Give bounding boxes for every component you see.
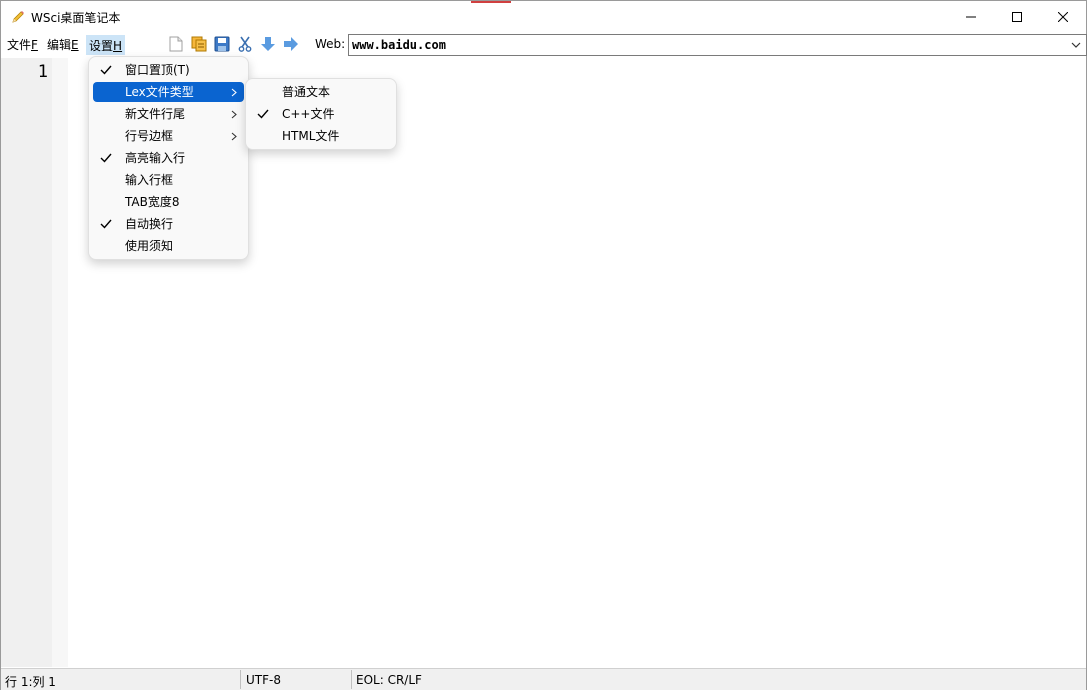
check-icon [257, 104, 271, 124]
menu-item-input-line-box[interactable]: 输入行框 [93, 170, 244, 190]
new-file-icon [169, 36, 183, 52]
menu-item-label: 输入行框 [125, 173, 174, 187]
web-label: Web: [315, 37, 346, 51]
menu-settings[interactable]: 设置H [86, 35, 126, 55]
status-divider [351, 670, 352, 689]
menu-item-label: 普通文本 [282, 85, 331, 99]
maximize-button[interactable] [994, 1, 1040, 32]
arrow-down-icon [261, 37, 275, 51]
open-file-icon [191, 36, 207, 52]
menu-item-label: HTML文件 [282, 129, 340, 143]
menu-edit[interactable]: 编辑E [45, 35, 81, 55]
menu-settings-label: 设置 [89, 39, 114, 53]
menu-item-label: 使用须知 [125, 239, 174, 253]
submenu-item-plain-text[interactable]: 普通文本 [250, 82, 392, 102]
menu-file-accel: F [31, 38, 38, 52]
status-encoding: UTF-8 [246, 673, 281, 687]
menu-item-usage-notes[interactable]: 使用须知 [93, 236, 244, 256]
check-icon [100, 60, 114, 80]
maximize-icon [1012, 11, 1022, 22]
menu-item-label: 高亮输入行 [125, 151, 186, 165]
status-bar: 行 1:列 1 UTF-8 EOL: CR/LF [1, 668, 1086, 690]
app-window: WSci桌面笔记本 文件F 编辑E 设置H Web: www.baidu.com… [0, 0, 1087, 690]
web-url-value[interactable]: www.baidu.com [352, 38, 446, 52]
save-button[interactable] [213, 35, 231, 53]
close-icon [1058, 11, 1068, 22]
menu-item-tab-width[interactable]: TAB宽度8 [93, 192, 244, 212]
minimize-icon [966, 16, 976, 17]
menu-item-label: C++文件 [282, 107, 335, 121]
web-url-combobox[interactable]: www.baidu.com [348, 34, 1087, 56]
arrow-right-icon [284, 37, 298, 51]
pencil-icon [10, 9, 26, 25]
menu-item-label: 行号边框 [125, 129, 174, 143]
menu-item-label: 自动换行 [125, 217, 174, 231]
menu-item-label: Lex文件类型 [125, 85, 194, 99]
menu-edit-label: 编辑 [47, 38, 72, 52]
submenu-item-cpp-file[interactable]: C++文件 [250, 104, 392, 124]
window-title: WSci桌面笔记本 [31, 11, 121, 25]
status-divider [240, 670, 241, 689]
submenu-item-html-file[interactable]: HTML文件 [250, 126, 392, 146]
menu-item-line-number-border[interactable]: 行号边框 [93, 126, 244, 146]
chevron-right-icon [231, 82, 237, 102]
menu-item-new-file-eol[interactable]: 新文件行尾 [93, 104, 244, 124]
new-file-button[interactable] [167, 35, 185, 53]
menu-item-label: 新文件行尾 [125, 107, 186, 121]
check-icon [100, 214, 114, 234]
line-number-gutter: 1 [1, 58, 52, 667]
settings-menu: 窗口置顶(T) Lex文件类型 新文件行尾 行号边框 高亮输入行 输入行框 TA… [88, 56, 249, 260]
cut-icon [238, 36, 252, 52]
arrow-down-button[interactable] [259, 35, 277, 53]
fold-margin [52, 58, 68, 667]
menu-file-label: 文件 [7, 38, 32, 52]
menu-file[interactable]: 文件F [5, 35, 40, 55]
menu-edit-accel: E [71, 38, 79, 52]
chevron-right-icon [231, 104, 237, 124]
menu-item-highlight-line[interactable]: 高亮输入行 [93, 148, 244, 168]
menu-item-always-on-top[interactable]: 窗口置顶(T) [93, 60, 244, 80]
status-eol: EOL: CR/LF [356, 673, 422, 687]
chevron-down-icon[interactable] [1068, 36, 1084, 54]
open-file-button[interactable] [190, 35, 208, 53]
cut-button[interactable] [236, 35, 254, 53]
line-number: 1 [37, 62, 48, 82]
save-icon [214, 36, 230, 52]
menu-item-lex-file-type[interactable]: Lex文件类型 [93, 82, 244, 102]
chevron-right-icon [231, 126, 237, 146]
menu-item-word-wrap[interactable]: 自动换行 [93, 214, 244, 234]
status-position: 行 1:列 1 [5, 675, 56, 689]
check-icon [100, 148, 114, 168]
minimize-button[interactable] [948, 1, 994, 32]
lex-file-type-submenu: 普通文本 C++文件 HTML文件 [245, 78, 397, 150]
arrow-right-button[interactable] [282, 35, 300, 53]
title-accent [471, 1, 511, 3]
title-bar: WSci桌面笔记本 [1, 1, 1086, 32]
menu-item-label: TAB宽度8 [125, 195, 180, 209]
close-button[interactable] [1040, 1, 1086, 32]
menu-toolbar-row: 文件F 编辑E 设置H Web: www.baidu.com [1, 32, 1087, 57]
menu-settings-accel: H [113, 39, 123, 53]
menu-item-label: 窗口置顶(T) [125, 63, 190, 77]
